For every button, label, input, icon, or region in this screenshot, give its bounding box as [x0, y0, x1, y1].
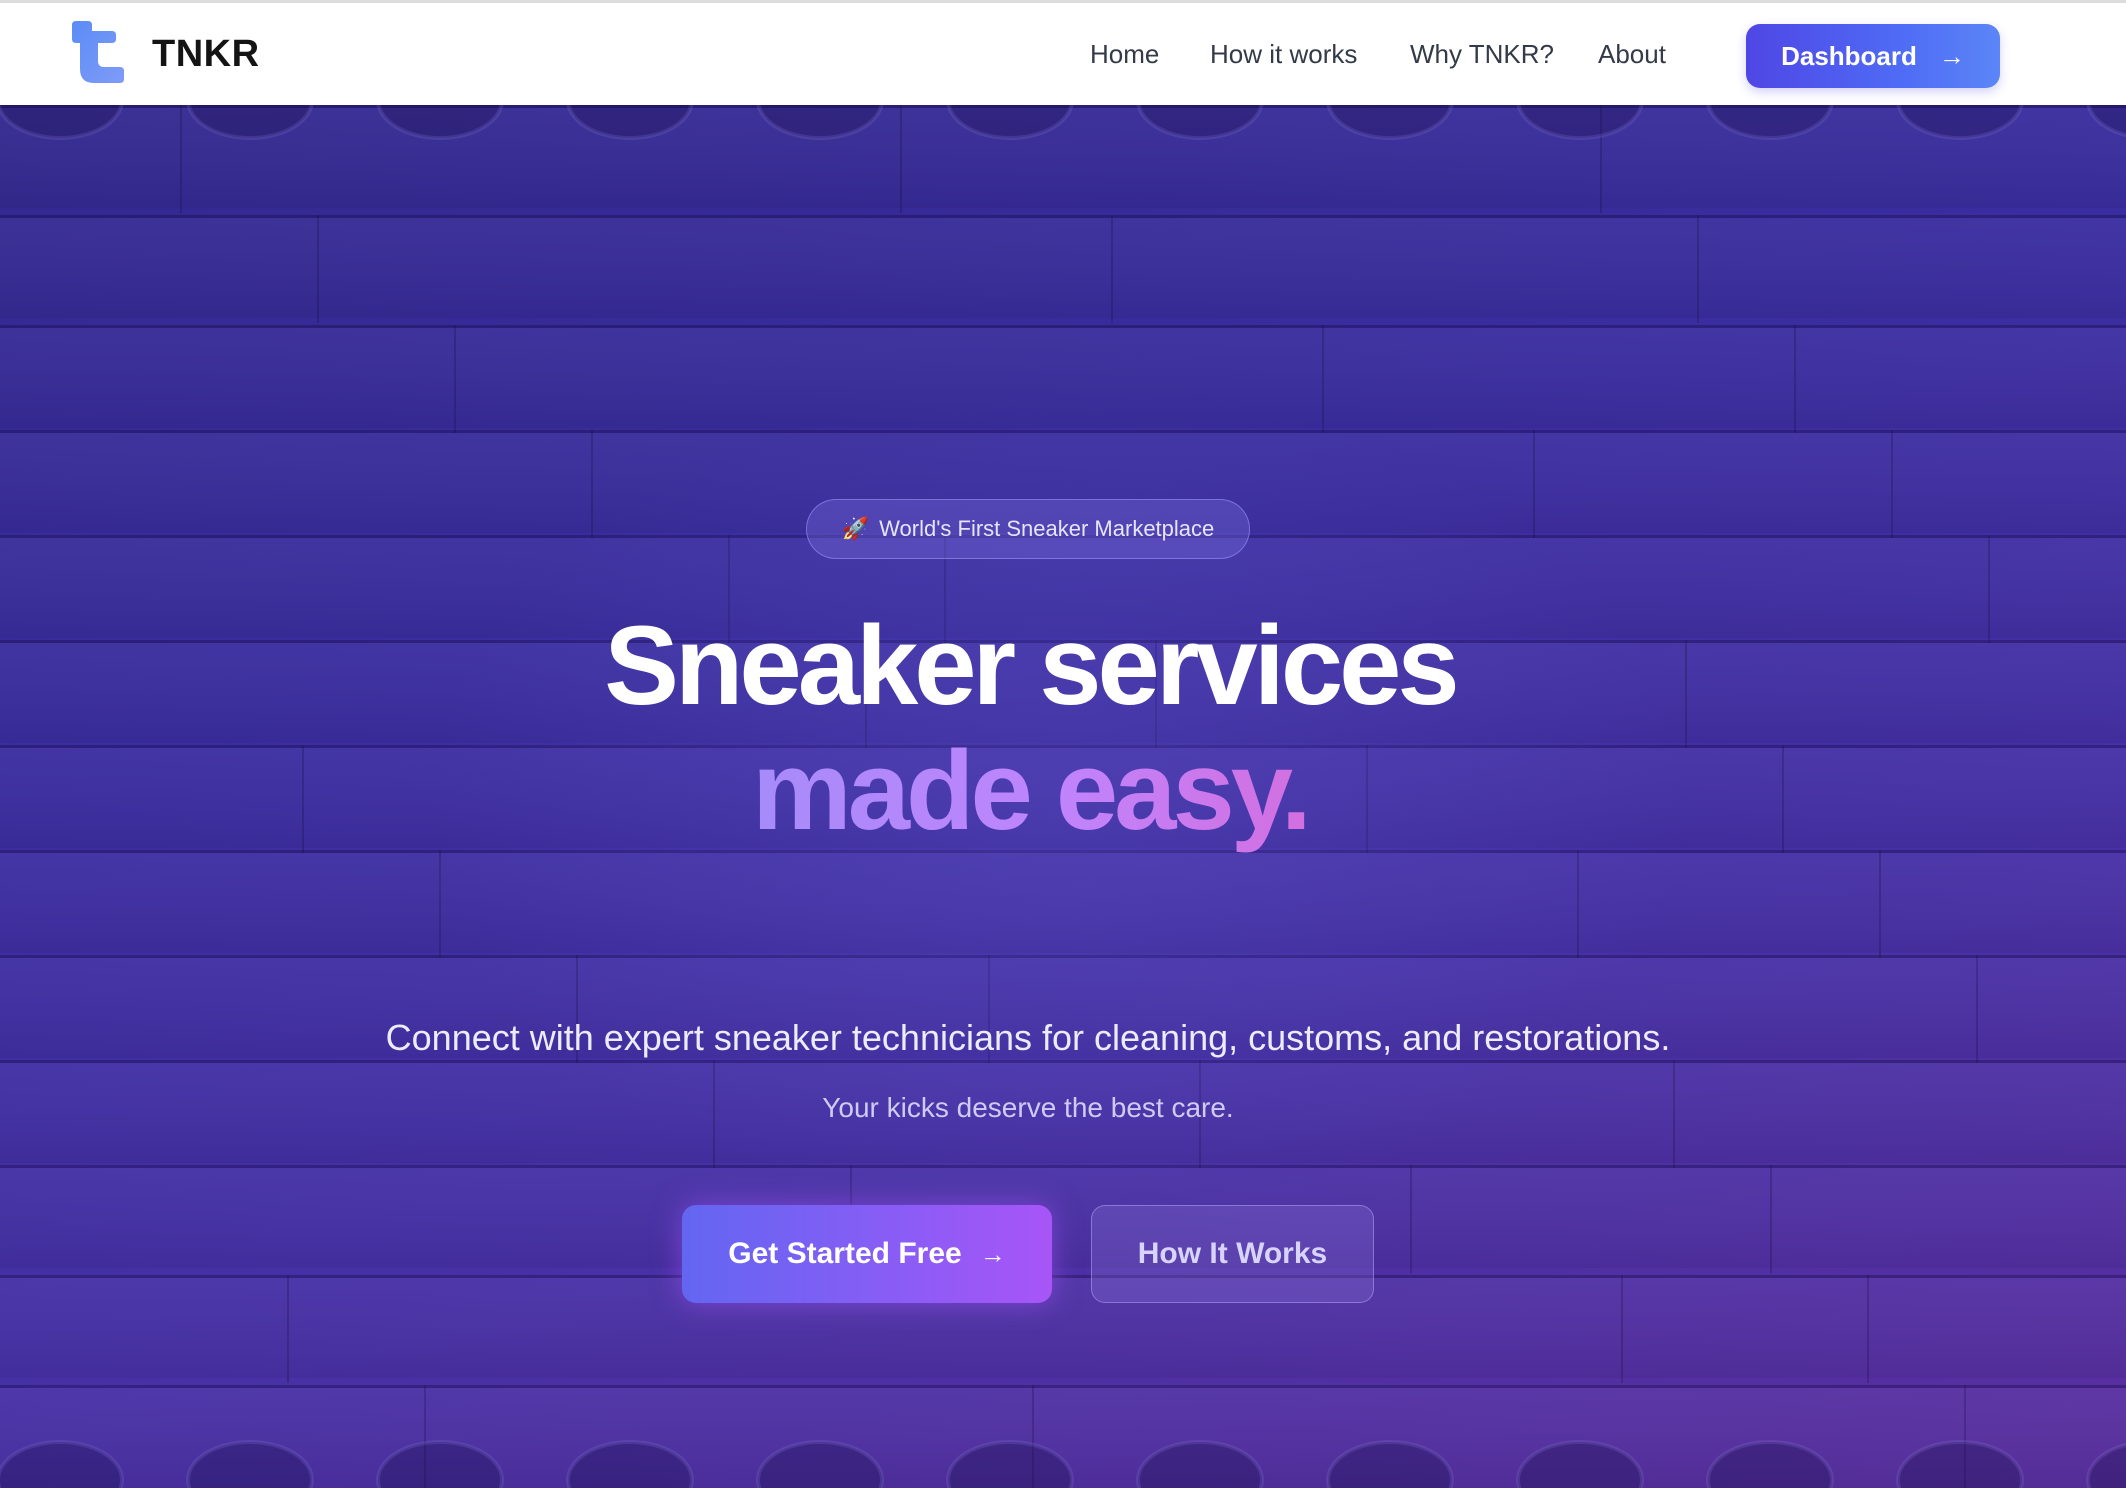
announcement-badge: 🚀 World's First Sneaker Marketplace	[806, 499, 1250, 559]
how-it-works-label: How It Works	[1137, 1237, 1328, 1270]
nav-link-about[interactable]: About	[1598, 39, 1666, 70]
hero-subtitle: Connect with expert sneaker technicians …	[385, 1017, 1671, 1058]
hero-headline-line1: Sneaker services	[604, 603, 1459, 728]
top-navbar: TNKR Home How it works Why TNKR? About D…	[0, 0, 2126, 105]
hero-headline-line2: made easy.	[0, 735, 2060, 847]
hero-headline-gradient-text: made easy.	[752, 728, 1312, 853]
dashboard-button-label: Dashboard	[1781, 40, 1917, 71]
brand-name[interactable]: TNKR	[152, 33, 260, 76]
hero-tagline: Your kicks deserve the best care.	[822, 1092, 1234, 1123]
badge-text: World's First Sneaker Marketplace	[879, 516, 1215, 541]
how-it-works-button[interactable]: How It Works	[1091, 1205, 1374, 1303]
arrow-right-icon: →	[1938, 40, 1965, 71]
rocket-icon: 🚀	[841, 516, 870, 541]
dashboard-button[interactable]: Dashboard →	[1746, 24, 2000, 88]
hero-section: 🚀 World's First Sneaker Marketplace Snea…	[0, 105, 2126, 1488]
arrow-right-icon: →	[979, 1238, 1006, 1269]
get-started-button[interactable]: Get Started Free →	[682, 1205, 1052, 1303]
tnkr-logo-icon[interactable]	[72, 21, 124, 83]
get-started-label: Get Started Free	[728, 1237, 962, 1270]
nav-link-how-it-works[interactable]: How it works	[1210, 39, 1357, 70]
nav-link-home[interactable]: Home	[1090, 39, 1159, 70]
nav-link-why-tnkr[interactable]: Why TNKR?	[1410, 39, 1554, 70]
